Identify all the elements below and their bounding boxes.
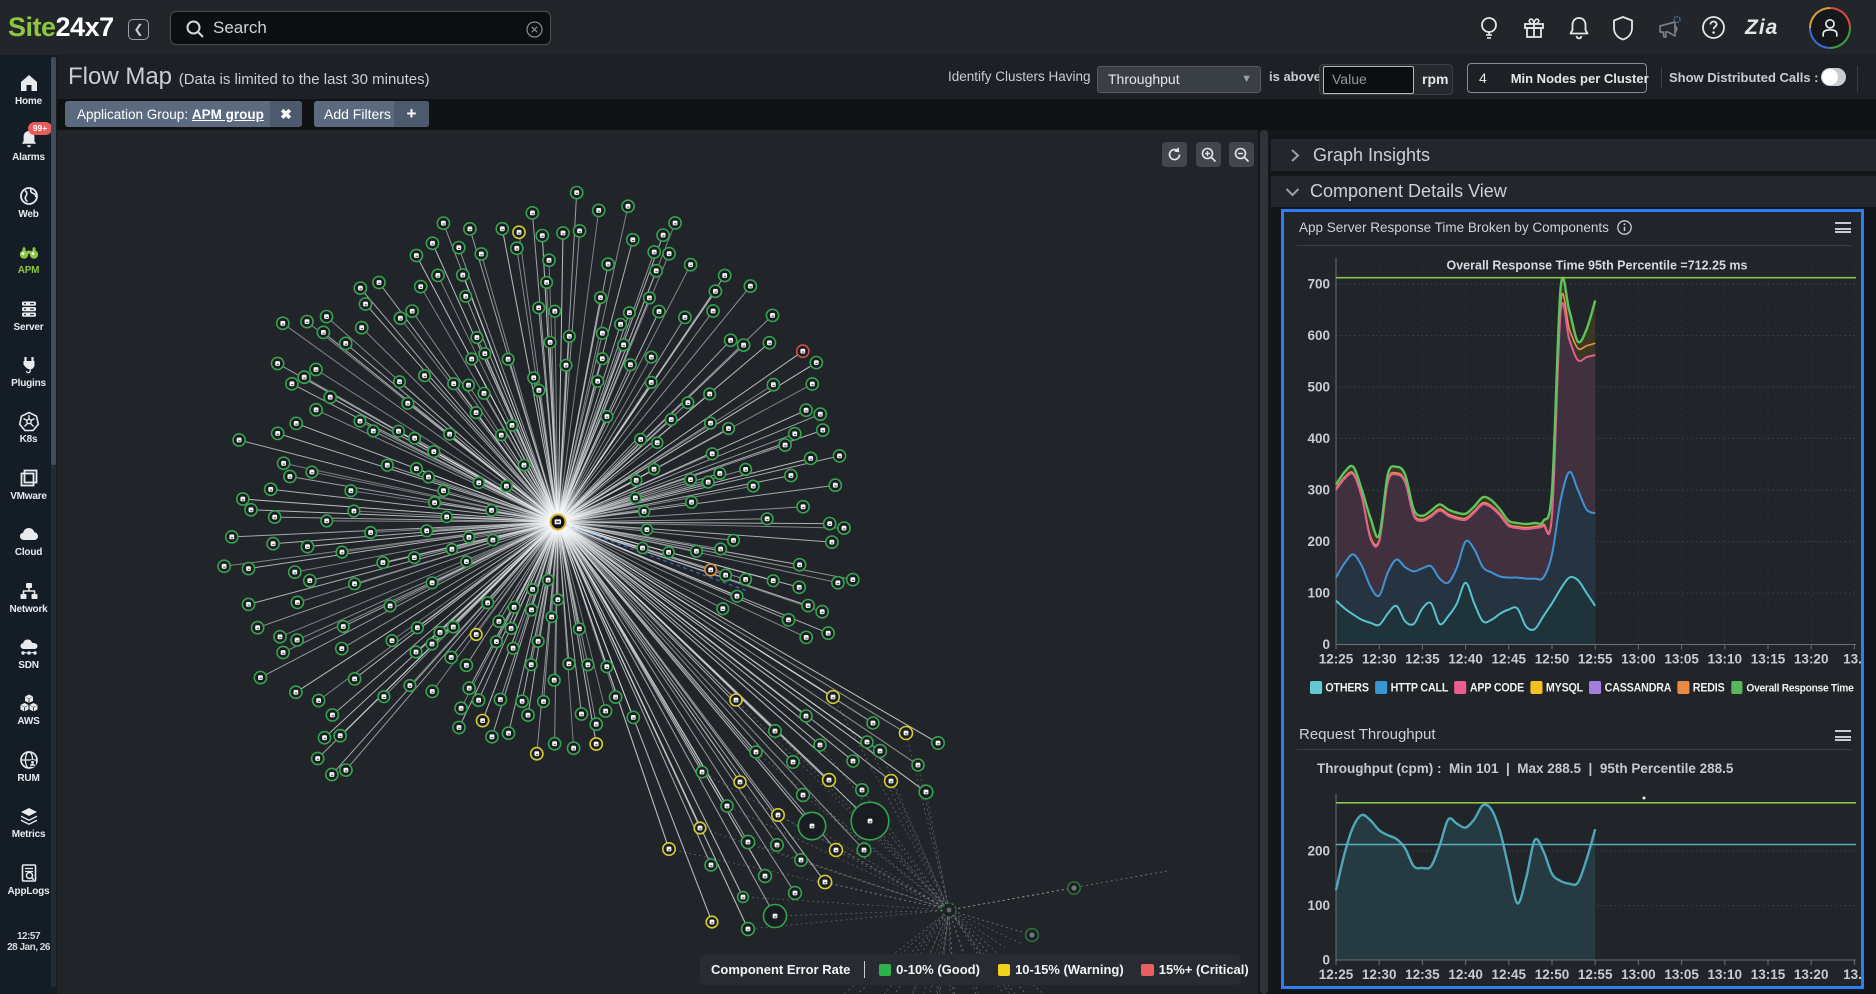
svg-text:12:35: 12:35 [1405,652,1440,667]
svg-text:13:00: 13:00 [1621,652,1656,667]
svg-text:13:00: 13:00 [1621,967,1656,982]
svg-text:0: 0 [1322,637,1330,652]
svg-text:400: 400 [1307,431,1330,446]
svg-text:13:05: 13:05 [1664,652,1699,667]
svg-text:12:55: 12:55 [1578,967,1613,982]
svg-text:500: 500 [1307,380,1330,395]
svg-text:100: 100 [1307,898,1330,913]
svg-text:12:40: 12:40 [1448,967,1483,982]
svg-text:700: 700 [1307,277,1330,292]
svg-text:12:50: 12:50 [1535,652,1570,667]
svg-text:12:30: 12:30 [1362,967,1397,982]
svg-text:12:35: 12:35 [1405,967,1440,982]
svg-text:0: 0 [1322,953,1330,968]
svg-text:13..: 13.. [1843,967,1862,982]
svg-text:12:50: 12:50 [1535,967,1570,982]
svg-text:12:45: 12:45 [1492,652,1527,667]
svg-text:13:15: 13:15 [1751,652,1786,667]
svg-text:200: 200 [1307,844,1330,859]
svg-text:13:20: 13:20 [1794,967,1829,982]
svg-text:12:55: 12:55 [1578,652,1613,667]
svg-text:12:25: 12:25 [1319,967,1354,982]
svg-text:13:20: 13:20 [1794,652,1829,667]
svg-text:12:30: 12:30 [1362,652,1397,667]
svg-text:13:10: 13:10 [1708,652,1743,667]
svg-text:600: 600 [1307,328,1330,343]
svg-text:200: 200 [1307,534,1330,549]
svg-text:13:05: 13:05 [1664,967,1699,982]
svg-text:12:45: 12:45 [1492,967,1527,982]
svg-text:12:40: 12:40 [1448,652,1483,667]
svg-text:100: 100 [1307,586,1330,601]
svg-text:13:15: 13:15 [1751,967,1786,982]
svg-text:Overall Response Time 95th Per: Overall Response Time 95th Percentile =7… [1447,259,1748,273]
svg-text:12:25: 12:25 [1319,652,1354,667]
svg-text:300: 300 [1307,483,1330,498]
svg-text:13..: 13.. [1843,652,1862,667]
svg-text:13:10: 13:10 [1708,967,1743,982]
